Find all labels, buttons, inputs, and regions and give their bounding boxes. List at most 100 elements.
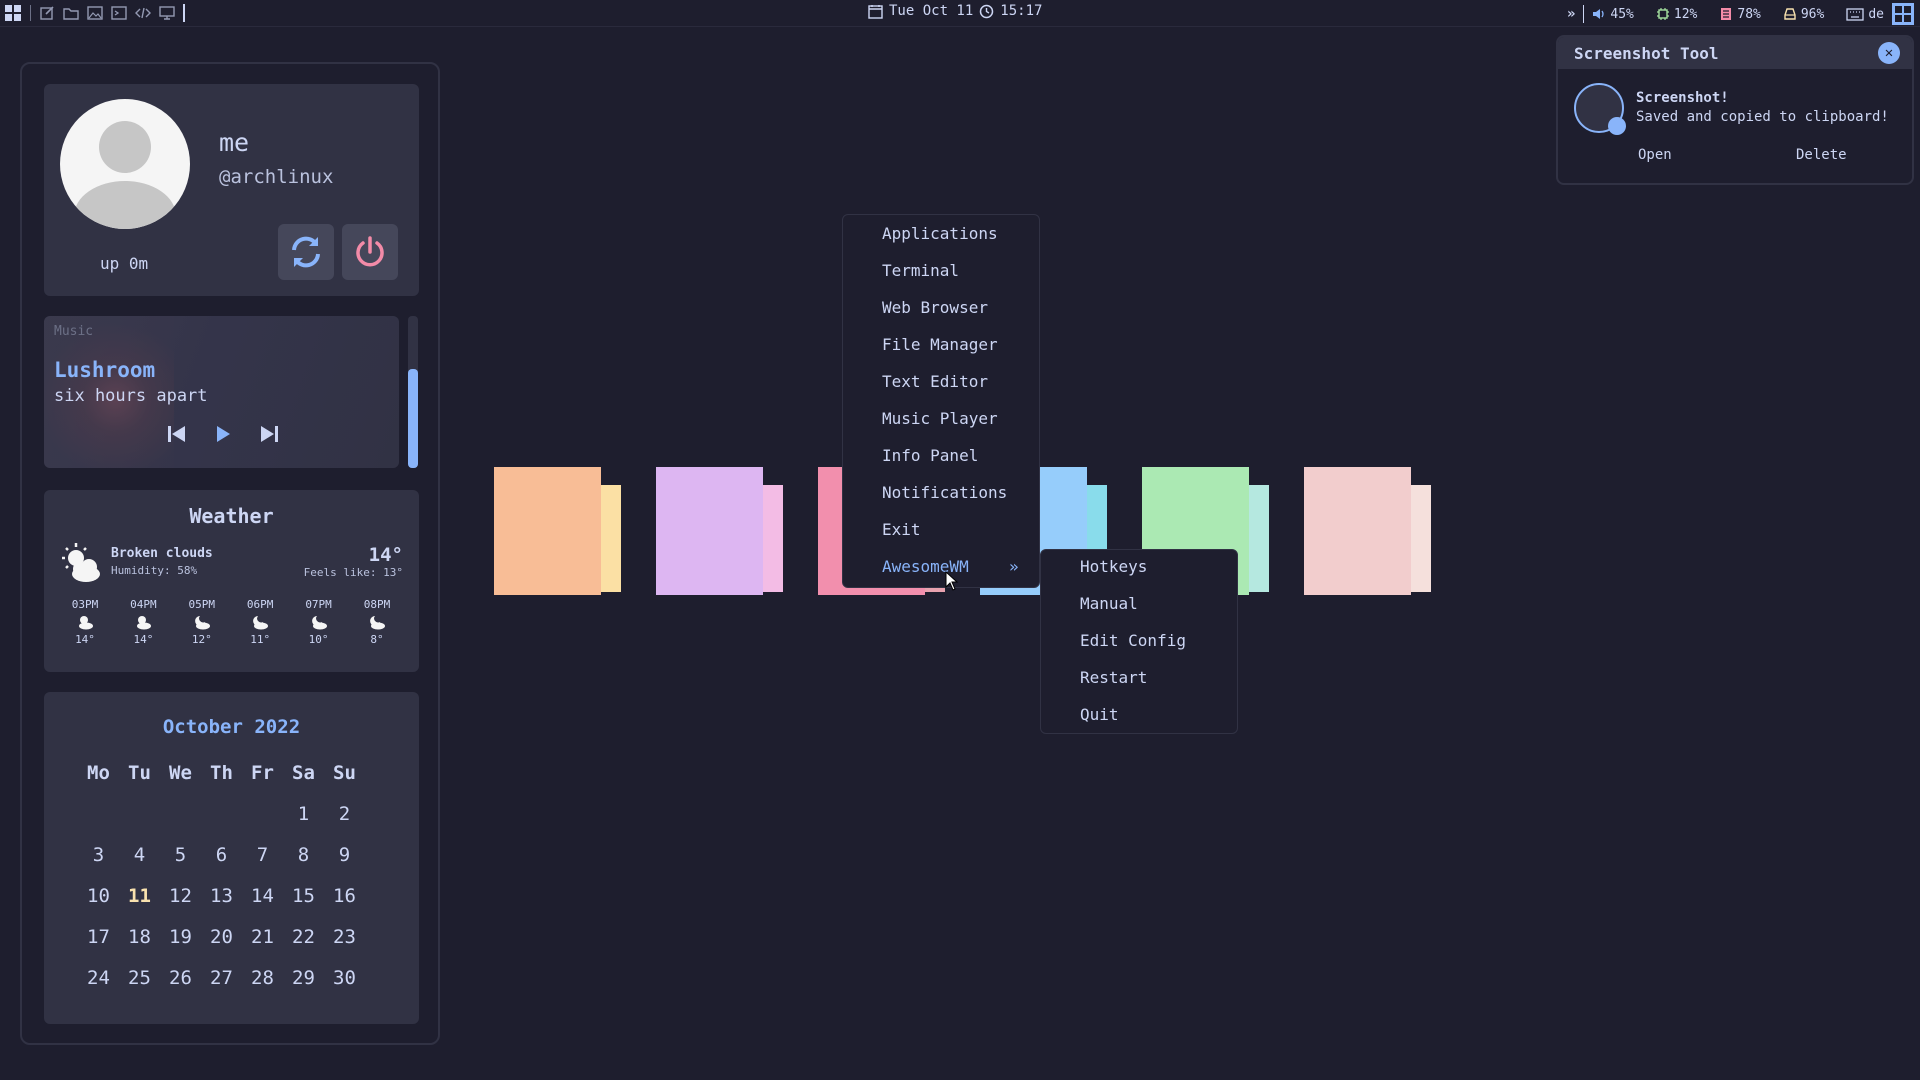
calendar-day[interactable]: 29 (283, 957, 324, 998)
music-label: Music (54, 324, 94, 339)
calendar-day-today[interactable]: 11 (119, 875, 160, 916)
expand-tray-button[interactable]: » (1567, 6, 1575, 22)
disk-widget[interactable]: 96% (1783, 7, 1824, 22)
keyboard-layout-widget[interactable]: de (1846, 7, 1884, 22)
status-area: » 45% 12% 78% 96% de (1567, 3, 1914, 25)
calendar-day[interactable]: 18 (119, 916, 160, 957)
mouse-cursor-icon (945, 571, 959, 591)
clock[interactable]: Tue Oct 11 15:17 (868, 3, 1042, 19)
menu-item-web-browser[interactable]: Web Browser (882, 298, 988, 317)
menu-item-text-editor[interactable]: Text Editor (882, 372, 988, 391)
notification-app-name: Screenshot Tool (1574, 44, 1719, 63)
menu-item-file-manager[interactable]: File Manager (882, 335, 998, 354)
menu-item-edit-config[interactable]: Edit Config (1080, 631, 1186, 650)
calendar-day[interactable]: 16 (324, 875, 365, 916)
menu-item-manual[interactable]: Manual (1080, 594, 1138, 613)
previous-button[interactable] (164, 422, 190, 446)
play-button[interactable] (210, 422, 236, 446)
notification-popup: Screenshot Tool ✕ Screenshot! Saved and … (1556, 35, 1914, 185)
volume-value: 45% (1610, 6, 1634, 22)
forecast-hour: 03PM 14° (56, 598, 114, 646)
weekday-header: Tu (128, 761, 151, 784)
calendar-day[interactable]: 2 (324, 793, 365, 834)
memory-widget[interactable]: 78% (1719, 7, 1761, 22)
calendar-day[interactable]: 14 (242, 875, 283, 916)
calendar-day[interactable]: 9 (324, 834, 365, 875)
calendar-day[interactable]: 25 (119, 957, 160, 998)
menu-item-terminal[interactable]: Terminal (882, 261, 959, 280)
menu-item-music-player[interactable]: Music Player (882, 409, 998, 428)
skip-previous-icon (168, 426, 185, 442)
menu-item-hotkeys[interactable]: Hotkeys (1080, 557, 1147, 576)
menu-item-quit[interactable]: Quit (1080, 705, 1119, 724)
power-button[interactable] (342, 224, 398, 280)
calendar-day[interactable]: 4 (119, 834, 160, 875)
image-icon[interactable] (87, 5, 103, 21)
calendar-day[interactable]: 3 (78, 834, 119, 875)
calendar-day[interactable]: 10 (78, 875, 119, 916)
layout-grid-icon[interactable] (1892, 3, 1914, 25)
restart-button[interactable] (278, 224, 334, 280)
forecast-time: 04PM (130, 598, 157, 611)
edit-icon[interactable] (39, 5, 55, 21)
calendar-day[interactable]: 8 (283, 834, 324, 875)
menu-item-notifications[interactable]: Notifications (882, 483, 1007, 502)
code-icon[interactable] (135, 5, 151, 21)
notification-close-button[interactable]: ✕ (1878, 42, 1900, 64)
launcher-bar (4, 4, 185, 22)
calendar-day[interactable]: 19 (160, 916, 201, 957)
weather-widget: Weather Broken clouds Humidity: 58% 14° … (44, 490, 419, 672)
calendar-day[interactable]: 15 (283, 875, 324, 916)
forecast-hour: 06PM 11° (231, 598, 289, 646)
next-button[interactable] (256, 422, 282, 446)
tile-front (1304, 467, 1411, 595)
moon-cloud-icon (253, 616, 269, 630)
weather-feels-like: Feels like: 13° (303, 566, 403, 579)
calendar-day[interactable]: 7 (242, 834, 283, 875)
calendar-day[interactable]: 26 (160, 957, 201, 998)
calendar-day[interactable]: 22 (283, 916, 324, 957)
notification-delete-button[interactable]: Delete (1796, 147, 1847, 163)
cpu-value: 12% (1673, 6, 1698, 22)
music-progress-bar[interactable] (408, 369, 418, 468)
menu-item-exit[interactable]: Exit (882, 520, 921, 539)
calendar-icon (868, 4, 883, 19)
calendar-blank (119, 793, 160, 834)
awesomewm-submenu: Hotkeys Manual Edit Config Restart Quit (1040, 549, 1238, 734)
menu-item-info-panel[interactable]: Info Panel (882, 446, 978, 465)
calendar-day[interactable]: 13 (201, 875, 242, 916)
forecast-time: 08PM (363, 598, 391, 611)
weather-title: Weather (189, 504, 274, 528)
calendar-day[interactable]: 27 (201, 957, 242, 998)
calendar-day[interactable]: 1 (283, 793, 324, 834)
folder-icon[interactable] (63, 5, 79, 21)
calendar-day[interactable]: 21 (242, 916, 283, 957)
forecast-hour: 07PM 10° (290, 598, 348, 646)
calendar-day[interactable]: 28 (242, 957, 283, 998)
calendar-day[interactable]: 23 (324, 916, 365, 957)
notification-message: Saved and copied to clipboard! (1636, 109, 1889, 125)
calendar-day[interactable]: 20 (201, 916, 242, 957)
volume-widget[interactable]: 45% (1592, 6, 1634, 22)
play-icon (217, 426, 230, 442)
calendar-month-title[interactable]: October 2022 (44, 716, 419, 738)
notification-open-button[interactable]: Open (1638, 147, 1672, 163)
monitor-icon[interactable] (159, 5, 175, 21)
calendar-day[interactable]: 24 (78, 957, 119, 998)
calendar-day[interactable]: 5 (160, 834, 201, 875)
power-icon (356, 236, 384, 267)
menu-item-applications[interactable]: Applications (882, 224, 998, 243)
grid-icon[interactable] (4, 4, 22, 22)
cpu-widget[interactable]: 12% (1656, 7, 1697, 22)
screenshot-icon (1574, 83, 1626, 135)
calendar-day[interactable]: 6 (201, 834, 242, 875)
sun-cloud-icon (137, 616, 152, 630)
calendar-day[interactable]: 12 (160, 875, 201, 916)
terminal-icon[interactable] (111, 5, 127, 21)
tile-front (656, 467, 763, 595)
calendar-day[interactable]: 17 (78, 916, 119, 957)
menu-item-restart[interactable]: Restart (1080, 668, 1147, 687)
calendar-day[interactable]: 30 (324, 957, 365, 998)
forecast-temp: 14° (133, 633, 154, 646)
refresh-icon (292, 236, 320, 268)
